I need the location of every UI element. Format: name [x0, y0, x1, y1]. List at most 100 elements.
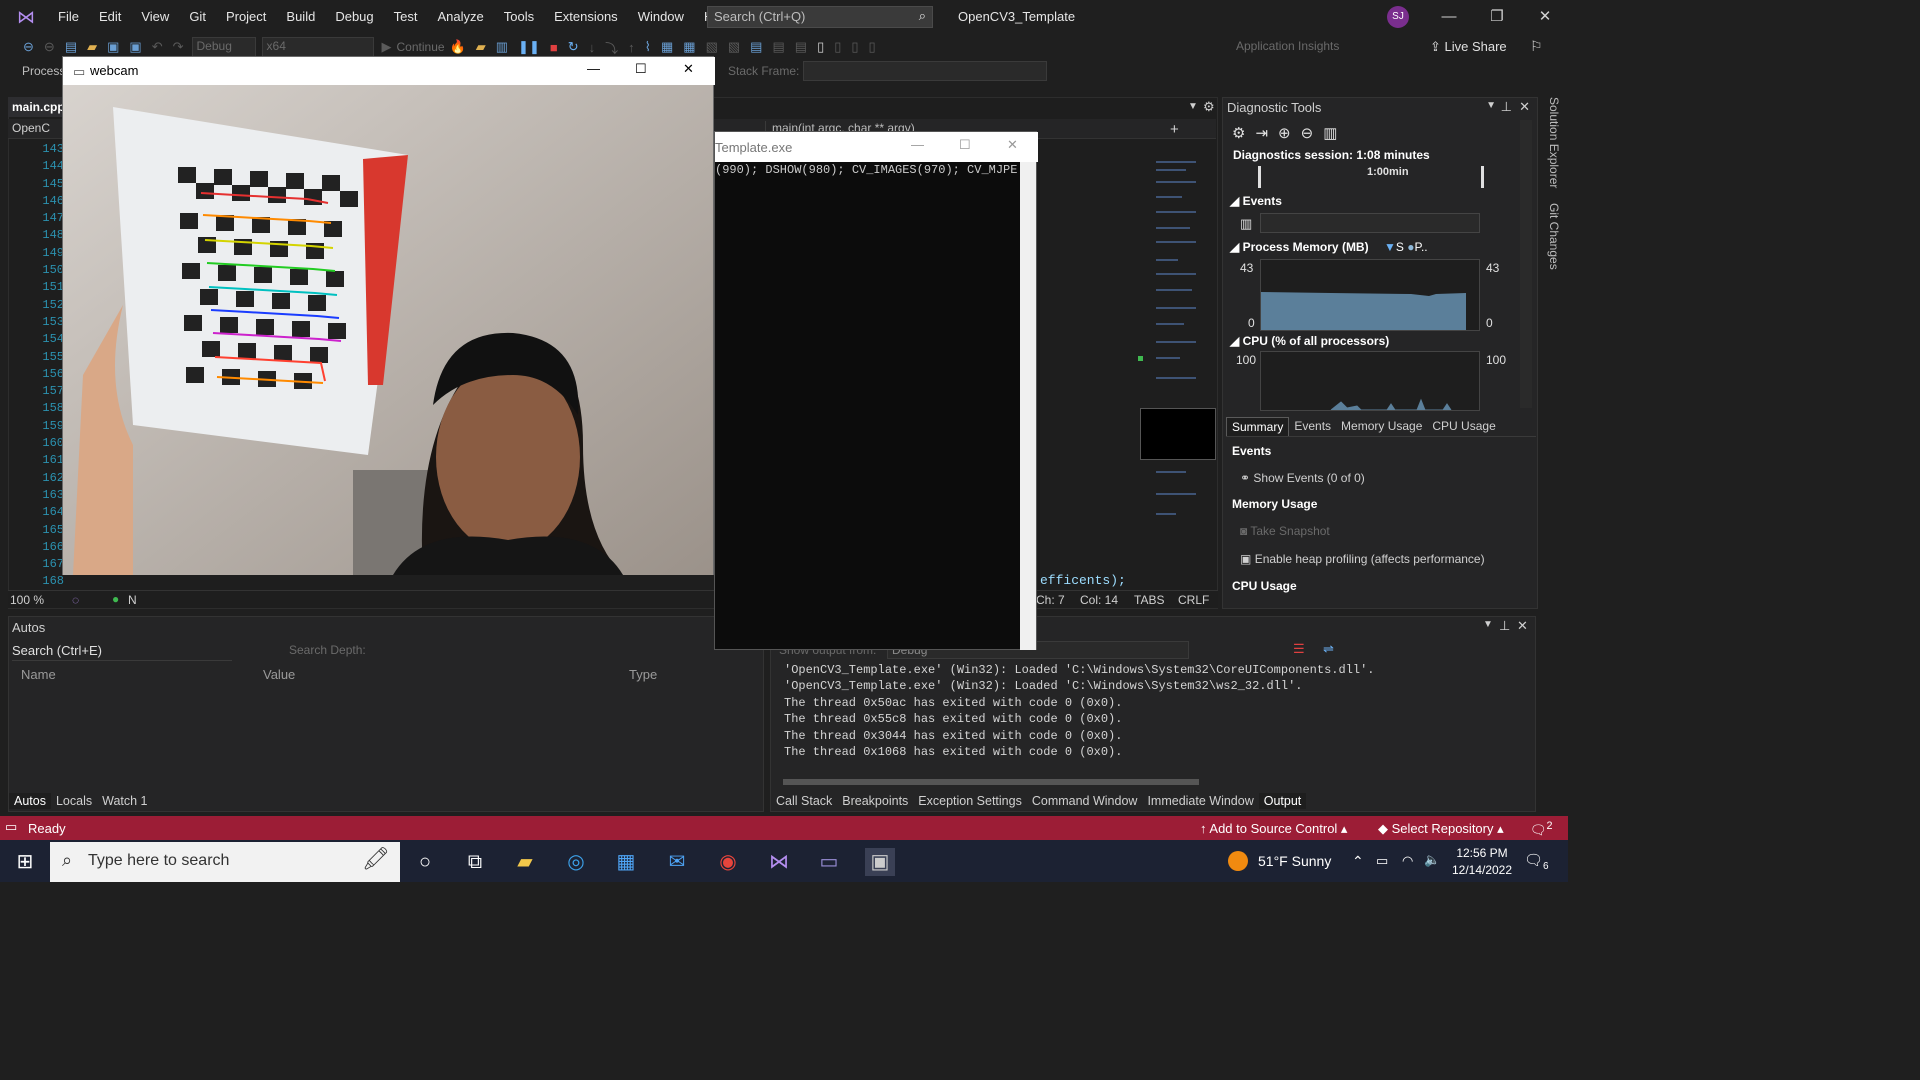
toolbar-icon-d[interactable]: ▧	[723, 39, 745, 55]
volume-icon[interactable]: 🔈	[1424, 852, 1440, 868]
console-scrollbar[interactable]	[1020, 162, 1036, 650]
select-repository-button[interactable]: ◆ Select Repository ▴	[1378, 821, 1504, 837]
add-to-source-control-button[interactable]: ↑ Add to Source Control ▴	[1200, 821, 1347, 837]
column-value[interactable]: Value	[263, 667, 295, 682]
visual-studio-logo-icon[interactable]: ⋈	[12, 6, 40, 28]
minimap-viewport[interactable]	[1140, 408, 1216, 460]
toolbar-icon-c[interactable]: ▧	[701, 39, 723, 55]
restart-icon[interactable]: ↻	[563, 39, 584, 55]
hot-reload-icon[interactable]: 🔥	[445, 39, 471, 55]
feedback-icon[interactable]: ⚐	[1530, 38, 1543, 55]
tabs-indicator[interactable]: TABS	[1134, 593, 1164, 607]
solution-explorer-tab[interactable]: Solution Explorer	[1547, 97, 1561, 188]
tab-cpu-usage[interactable]: CPU Usage	[1427, 417, 1500, 436]
console-window[interactable]: Template.exe — ☐ ✕ (990); DSHOW(980); CV…	[714, 131, 1038, 650]
tab-events[interactable]: Events	[1289, 417, 1336, 436]
bookmark-next-icon[interactable]: ▯	[846, 39, 863, 55]
reset-view-icon[interactable]: ▥	[1323, 125, 1347, 142]
events-timeline[interactable]	[1260, 213, 1480, 233]
menu-project[interactable]: Project	[216, 0, 276, 34]
chrome-icon[interactable]: ◉	[713, 848, 743, 876]
live-share-button[interactable]: ⇪ Live Share	[1430, 39, 1507, 55]
visual-studio-icon[interactable]: ⋈	[764, 848, 794, 876]
output-close-icon[interactable]: ✕	[1517, 618, 1528, 634]
windows-start-icon[interactable]: ⊞	[10, 848, 40, 876]
weather-icon[interactable]	[1228, 851, 1248, 871]
taskbar-search-box[interactable]: ⌕ Type here to search 🖍	[50, 842, 400, 882]
tab-summary[interactable]: Summary	[1226, 417, 1290, 436]
cpu-graph[interactable]	[1260, 351, 1480, 411]
mail-icon[interactable]: ✉	[662, 848, 692, 876]
take-snapshot-button[interactable]: ◙ Take Snapshot	[1240, 524, 1330, 538]
webcam-minimize-button[interactable]: —	[587, 61, 600, 76]
tab-command-window[interactable]: Command Window	[1027, 793, 1143, 809]
global-search-input[interactable]: Search (Ctrl+Q) ⌕	[707, 6, 933, 28]
webcam-taskbar-icon[interactable]: ▣	[865, 848, 895, 876]
zoom-in-icon[interactable]: ⊕	[1278, 125, 1301, 142]
memory-section-header[interactable]: ◢ Process Memory (MB)	[1230, 240, 1369, 254]
autos-search-input[interactable]: Search (Ctrl+E)	[12, 643, 232, 661]
split-editor-icon[interactable]: +	[1170, 121, 1179, 138]
webcam-close-button[interactable]: ✕	[683, 61, 694, 77]
column-name[interactable]: Name	[21, 667, 56, 682]
code-minimap[interactable]	[1140, 141, 1216, 581]
continue-button[interactable]: Continue	[397, 40, 445, 54]
heap-profiling-button[interactable]: ▣ Enable heap profiling (affects perform…	[1240, 552, 1485, 566]
word-wrap-icon[interactable]: ⇌	[1323, 641, 1334, 657]
breakpoint-icon[interactable]: ⌇	[640, 39, 656, 55]
save-icon[interactable]: ▣	[102, 39, 124, 55]
console-taskbar-icon[interactable]: ▭	[814, 848, 844, 876]
menu-test[interactable]: Test	[384, 0, 428, 34]
column-type[interactable]: Type	[629, 667, 657, 682]
toolbar-icon-g[interactable]: ▤	[790, 39, 812, 55]
panel-dropdown-icon[interactable]: ▼	[1486, 100, 1496, 111]
tab-exception-settings[interactable]: Exception Settings	[913, 793, 1027, 809]
export-icon[interactable]: ⇥	[1255, 125, 1278, 142]
cpu-section-header[interactable]: ◢ CPU (% of all processors)	[1230, 334, 1389, 348]
menu-edit[interactable]: Edit	[89, 0, 131, 34]
avatar[interactable]: SJ	[1387, 6, 1409, 28]
step-into-icon[interactable]: ↓	[584, 40, 601, 55]
forward-icon[interactable]: ⊖	[39, 39, 60, 55]
diagnostics-icon[interactable]: ▥	[491, 39, 513, 55]
undo-icon[interactable]: ↶	[147, 39, 168, 55]
menu-extensions[interactable]: Extensions	[544, 0, 628, 34]
toolbar-icon-e[interactable]: ▤	[745, 39, 767, 55]
session-timeline[interactable]: 1:00min	[1258, 166, 1484, 188]
tab-memory-usage[interactable]: Memory Usage	[1336, 417, 1427, 436]
zoom-out-icon[interactable]: ⊖	[1301, 125, 1324, 142]
tray-overflow-icon[interactable]: ⌃	[1352, 853, 1364, 870]
continue-icon[interactable]: ▶	[377, 39, 397, 55]
close-button[interactable]: ✕	[1530, 6, 1560, 28]
tab-immediate-window[interactable]: Immediate Window	[1142, 793, 1258, 809]
minimize-button[interactable]: —	[1434, 6, 1464, 28]
line-ending-indicator[interactable]: CRLF	[1178, 593, 1209, 607]
menu-window[interactable]: Window	[628, 0, 694, 34]
store-icon[interactable]: ▦	[611, 848, 641, 876]
open-folder-icon[interactable]: ▰	[82, 39, 102, 55]
menu-tools[interactable]: Tools	[494, 0, 544, 34]
webcam-maximize-button[interactable]: ☐	[635, 61, 647, 77]
console-minimize-button[interactable]: —	[911, 137, 924, 152]
tab-breakpoints[interactable]: Breakpoints	[837, 793, 913, 809]
pin-icon[interactable]: ⊥	[1501, 99, 1512, 115]
bookmark-prev-icon[interactable]: ▯	[829, 39, 846, 55]
platform-dropdown[interactable]: x64	[261, 37, 374, 57]
toolbar-icon-f[interactable]: ▤	[767, 39, 789, 55]
weather-widget[interactable]: 51°F Sunny	[1258, 853, 1331, 869]
git-changes-tab[interactable]: Git Changes	[1547, 203, 1561, 270]
output-dropdown-icon[interactable]: ▼	[1483, 619, 1493, 630]
editor-settings-icon[interactable]: ⚙	[1203, 99, 1215, 115]
edge-icon[interactable]: ◎	[561, 848, 591, 876]
bookmark-icon[interactable]: ▯	[812, 39, 829, 55]
stack-frame-dropdown[interactable]	[803, 61, 1047, 81]
tab-locals[interactable]: Locals	[51, 793, 97, 809]
panel-close-icon[interactable]: ✕	[1519, 99, 1530, 115]
step-over-icon[interactable]: ⤵	[600, 38, 623, 57]
new-project-icon[interactable]: ▤	[60, 39, 82, 55]
tab-call-stack[interactable]: Call Stack	[771, 793, 837, 809]
wifi-icon[interactable]: ◠	[1402, 853, 1413, 869]
battery-icon[interactable]: ▭	[1376, 853, 1388, 869]
settings-icon[interactable]: ⚙	[1232, 125, 1255, 142]
tab-output[interactable]: Output	[1258, 793, 1307, 809]
